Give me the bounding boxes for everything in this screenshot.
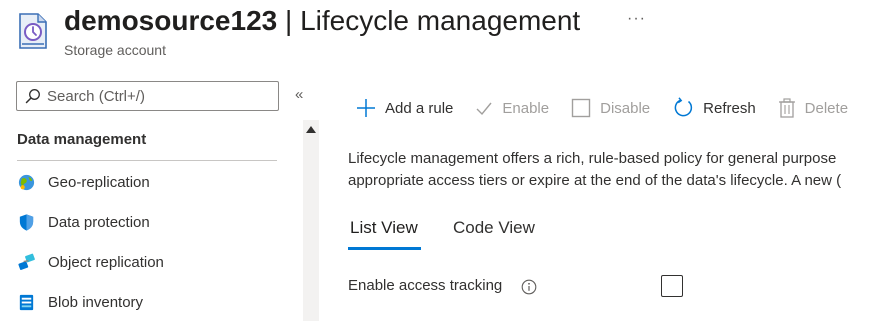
trash-icon (778, 98, 795, 118)
refresh-label: Refresh (703, 99, 756, 117)
refresh-button[interactable]: Refresh (672, 97, 756, 119)
sidebar-item-label: Data protection (48, 213, 150, 231)
scroll-up-arrow-icon[interactable] (306, 126, 316, 133)
active-tab-indicator (348, 247, 421, 250)
delete-button[interactable]: Delete (778, 98, 848, 118)
blob-inventory-icon (19, 294, 34, 310)
sidebar-item-data-protection[interactable]: Data protection (17, 210, 150, 234)
sidebar-item-label: Blob inventory (48, 293, 144, 311)
storage-lifecycle-icon (16, 12, 50, 50)
sidebar-item-object-replication[interactable]: Object replication (17, 250, 164, 274)
checkmark-icon (476, 102, 492, 116)
command-bar: Add a rule Enable Disable Refresh Delete (356, 93, 870, 123)
access-tracking-label: Enable access tracking (348, 277, 503, 294)
info-icon[interactable] (521, 279, 537, 295)
sidebar-item-label: Object replication (48, 253, 164, 271)
disable-button[interactable]: Disable (571, 98, 650, 118)
search-box[interactable] (16, 81, 279, 111)
disable-label: Disable (600, 99, 651, 117)
delete-label: Delete (804, 99, 849, 117)
resource-name: demosource123 (64, 5, 278, 36)
sidebar-item-blob-inventory[interactable]: Blob inventory (17, 290, 143, 314)
sidebar-item-label: Geo-replication (48, 173, 150, 191)
plus-icon (357, 99, 375, 117)
description-line: Lifecycle management offers a rich, rule… (348, 150, 837, 167)
globe-icon (18, 174, 35, 190)
add-rule-button[interactable]: Add a rule (356, 98, 453, 118)
tab-code-view[interactable]: Code View (453, 218, 535, 238)
enable-label: Enable (502, 99, 550, 117)
page-subtitle: Storage account (64, 42, 166, 58)
empty-checkbox-icon (571, 98, 591, 118)
object-replication-icon (18, 253, 35, 270)
search-input[interactable] (47, 87, 267, 105)
page-name: Lifecycle management (300, 5, 581, 36)
section-title: Data management (17, 131, 147, 148)
add-rule-label: Add a rule (385, 99, 454, 117)
description-line: appropriate access tiers or expire at th… (348, 172, 842, 189)
collapse-sidebar-button[interactable]: « (295, 86, 303, 103)
search-icon (25, 89, 40, 104)
tab-list-view[interactable]: List View (350, 218, 418, 238)
access-tracking-checkbox[interactable] (661, 275, 683, 297)
refresh-icon (674, 97, 693, 117)
page-description: Lifecycle management offers a rich, rule… (348, 148, 841, 192)
sidebar-scrollbar[interactable] (303, 120, 319, 321)
enable-button[interactable]: Enable (475, 99, 549, 117)
sidebar-item-geo-replication[interactable]: Geo-replication (17, 170, 150, 194)
more-options-button[interactable]: ··· (627, 10, 646, 28)
title-separator: | (277, 5, 301, 36)
page-title: demosource123 | Lifecycle management (64, 4, 580, 38)
shield-icon (19, 213, 34, 231)
section-divider (17, 160, 277, 161)
